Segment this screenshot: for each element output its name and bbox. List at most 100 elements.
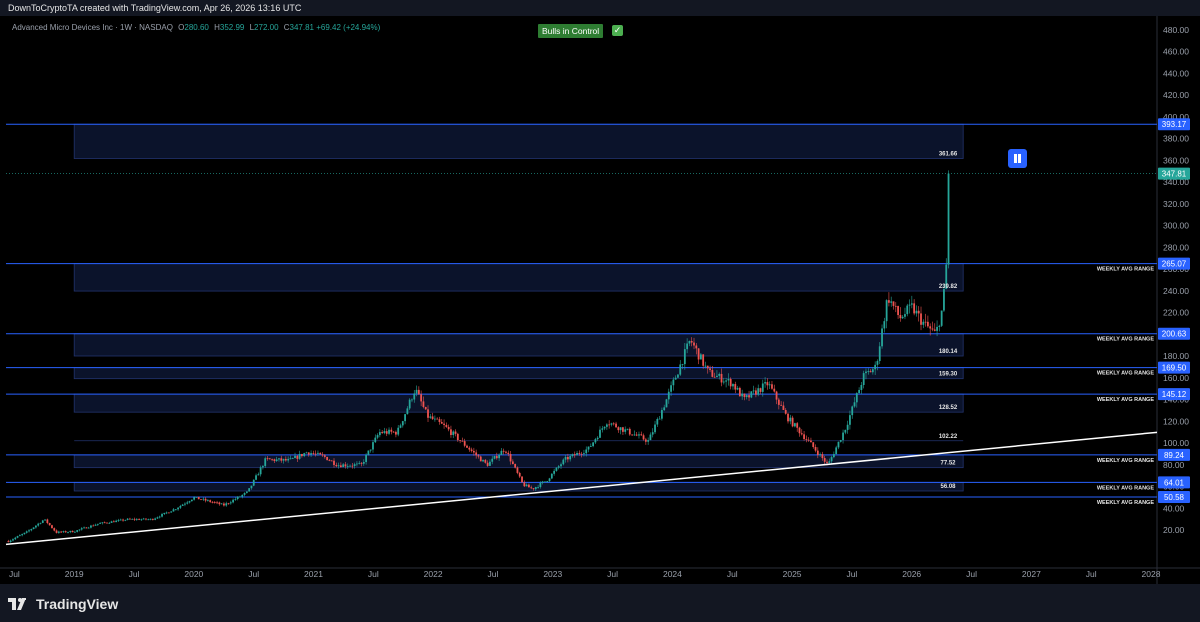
range-zone	[73, 481, 964, 492]
candle-body	[46, 519, 49, 524]
candle-body	[314, 453, 317, 455]
candle-body	[337, 465, 340, 467]
candle-body	[291, 458, 294, 459]
tradingview-logo[interactable]: TradingView	[8, 596, 118, 612]
candle-body	[99, 523, 102, 524]
candle-body	[257, 474, 260, 476]
price-tick-label: 300.00	[1163, 221, 1189, 231]
candle-body	[713, 376, 716, 378]
candle-body	[51, 525, 53, 529]
tradingview-logo-icon	[8, 598, 26, 610]
candle-body	[709, 368, 711, 371]
bulls-in-control-badge[interactable]: Bulls in Control	[538, 24, 604, 38]
candle-body	[523, 482, 526, 487]
candle-body	[112, 521, 115, 523]
candle-body	[835, 447, 838, 455]
candle-body	[440, 421, 443, 424]
candle-body	[463, 441, 466, 446]
candle-body	[610, 423, 613, 425]
candle-body	[115, 520, 118, 523]
candle-body	[236, 496, 239, 500]
candle-body	[383, 431, 386, 434]
candle-body	[816, 450, 819, 456]
candle-body	[25, 531, 28, 533]
candle-body	[71, 530, 74, 533]
candle-body	[693, 342, 695, 346]
low-value: 272.00	[254, 23, 279, 32]
candle-body	[326, 456, 329, 461]
candle-body	[35, 525, 37, 528]
candle-body	[743, 393, 746, 398]
candle-body	[408, 399, 411, 409]
candle-body	[119, 519, 122, 521]
candle-body	[296, 455, 299, 459]
candle-body	[943, 289, 945, 311]
candle-body	[110, 521, 113, 523]
level-annotation: WEEKLY AVG RANGE	[1097, 397, 1154, 403]
candle-body	[170, 511, 173, 513]
price-chart[interactable]: 20.0040.0060.0080.00100.00120.00140.0016…	[0, 16, 1200, 584]
candle-body	[204, 498, 207, 501]
candle-body	[250, 485, 253, 489]
candle-body	[406, 408, 409, 415]
checkbox-icon[interactable]: ✓	[612, 25, 623, 36]
candle-body	[443, 423, 445, 425]
candle-body	[202, 498, 205, 500]
candle-body	[681, 364, 684, 365]
candle-body	[899, 315, 902, 319]
level-annotation: WEEKLY AVG RANGE	[1097, 337, 1154, 343]
candle-body	[424, 406, 427, 410]
candle-body	[500, 450, 503, 456]
candle-body	[273, 459, 276, 462]
candle-body	[147, 519, 150, 521]
candle-body	[883, 321, 886, 329]
price-tick-label: 240.00	[1163, 286, 1189, 296]
candle-body	[697, 348, 700, 360]
candle-body	[165, 512, 168, 514]
range-zone	[73, 393, 964, 413]
candle-body	[218, 502, 221, 505]
candle-body	[583, 453, 585, 455]
candle-body	[599, 429, 601, 438]
candle-body	[12, 539, 14, 541]
candle-body	[374, 437, 377, 443]
candle-body	[151, 518, 154, 520]
candle-body	[14, 537, 17, 540]
candle-body	[665, 399, 668, 408]
candle-body	[174, 509, 177, 511]
candle-body	[378, 432, 381, 436]
zone-price-label: 56.08	[940, 484, 956, 490]
candle-body	[87, 527, 90, 529]
candle-body	[420, 394, 423, 402]
candle-body	[248, 488, 251, 492]
time-tick-label: 2025	[783, 569, 802, 579]
candle-body	[479, 456, 482, 462]
candle-body	[321, 454, 324, 456]
candle-body	[287, 458, 290, 461]
candle-body	[57, 531, 60, 533]
candle-body	[303, 453, 306, 457]
pause-icon[interactable]	[1008, 149, 1027, 168]
candle-body	[245, 491, 248, 493]
time-tick-label: Jul	[368, 569, 379, 579]
candle-body	[413, 393, 416, 400]
price-tick-label: 460.00	[1163, 47, 1189, 57]
candle-body	[491, 458, 494, 462]
candle-body	[894, 305, 897, 307]
candle-body	[706, 365, 709, 369]
candle-body	[181, 504, 184, 506]
candle-body	[78, 529, 81, 531]
candle-body	[90, 525, 92, 528]
candle-body	[562, 459, 565, 465]
candle-body	[466, 445, 468, 448]
candle-body	[493, 456, 496, 459]
candle-body	[805, 439, 808, 440]
candle-body	[239, 496, 241, 498]
candle-body	[266, 458, 269, 460]
candle-body	[936, 326, 938, 331]
candle-body	[275, 459, 278, 462]
candle-body	[654, 424, 656, 433]
candle-body	[433, 418, 436, 420]
candle-body	[186, 502, 189, 504]
candle-body	[417, 389, 420, 395]
